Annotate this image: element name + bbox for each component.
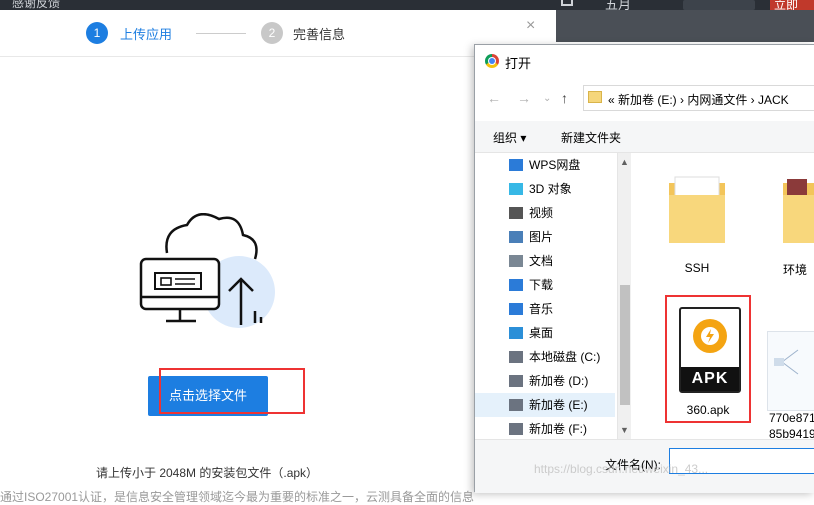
scroll-thumb[interactable]	[620, 285, 630, 405]
nav-item-label: 下载	[529, 278, 554, 292]
folder-icon	[588, 91, 602, 103]
organize-menu[interactable]: 组织 ▾	[493, 129, 526, 146]
drive-icon	[509, 399, 523, 411]
download-icon	[509, 279, 523, 291]
close-icon[interactable]: ×	[526, 18, 535, 34]
document-icon	[509, 255, 523, 267]
nav-item[interactable]: 3D 对象	[499, 177, 623, 201]
image-file-thumbnail[interactable]	[767, 331, 814, 411]
step-1-number: 1	[86, 22, 108, 44]
nav-item-label: WPS网盘	[529, 158, 581, 172]
video-icon	[509, 207, 523, 219]
address-text: « 新加卷 (E:) › 内网通文件 › JACK	[608, 93, 789, 107]
nav-item-label: 新加卷 (D:)	[529, 374, 589, 388]
apk-file-tile[interactable]: APK 360.apk	[665, 295, 751, 423]
image-file-label-1[interactable]: 770e871	[769, 411, 814, 425]
nav-item[interactable]: 视频	[499, 201, 623, 225]
nav-item[interactable]: 新加卷 (E:)	[475, 393, 615, 417]
history-chevron-icon[interactable]: ⌄	[543, 93, 551, 104]
dialog-titlebar: 打开	[475, 45, 814, 77]
bell-icon[interactable]	[561, 0, 573, 6]
back-icon[interactable]: ←	[487, 90, 501, 106]
open-file-dialog: 打开 ← → ⌄ ↑ « 新加卷 (E:) › 内网通文件 › JACK 组织 …	[474, 44, 814, 493]
drive-icon	[509, 351, 523, 363]
scroll-down-icon[interactable]: ▼	[620, 425, 629, 435]
drive-icon	[509, 375, 523, 387]
step-2-label: 完善信息	[293, 27, 346, 42]
nav-item-label: 3D 对象	[529, 182, 572, 196]
address-bar[interactable]: « 新加卷 (E:) › 内网通文件 › JACK	[583, 85, 814, 111]
step-connector	[196, 33, 246, 34]
nav-item[interactable]: 音乐	[499, 297, 623, 321]
footer-note: 通过ISO27001认证，是信息安全管理领域迄今最为重要的标准之一，云测具备全面…	[0, 490, 474, 504]
forward-icon[interactable]: →	[517, 90, 531, 106]
folder-ssh-label[interactable]: SSH	[667, 261, 727, 275]
top-bar: 感谢反馈 五月 立即	[0, 0, 814, 14]
nav-item[interactable]: 下载	[499, 273, 623, 297]
music-icon	[509, 303, 523, 315]
nav-item[interactable]: 本地磁盘 (C:)	[499, 345, 623, 369]
apk-badge: APK	[681, 367, 739, 391]
bolt-icon	[693, 319, 727, 353]
dialog-title: 打开	[505, 56, 532, 71]
background-page	[556, 10, 814, 42]
image-icon	[509, 231, 523, 243]
nav-pane: WPS网盘 3D 对象视频图片文档下载音乐桌面本地磁盘 (C:) 新加卷 (D:) 新…	[475, 153, 631, 439]
step-2-number: 2	[261, 22, 283, 44]
divider	[0, 56, 556, 57]
upload-hint: 请上传小于 2048M 的安装包文件（.apk）	[96, 466, 319, 480]
nav-item[interactable]: 新加卷 (D:)	[499, 369, 623, 393]
nav-item-label: 文档	[529, 254, 554, 268]
nav-scrollbar[interactable]: ▲ ▼	[617, 153, 631, 439]
nav-item[interactable]: WPS网盘	[499, 153, 623, 177]
nav-item-label: 新加卷 (E:)	[529, 398, 588, 412]
folder-env-label[interactable]: 环境	[783, 261, 814, 278]
upload-modal: × 1 上传应用 2 完善信息 点击选择文件 请上传小于 2048M 的安装包文…	[0, 10, 556, 504]
folder-env-icon[interactable]	[781, 173, 814, 245]
up-icon[interactable]: ↑	[561, 90, 568, 106]
drive-icon	[509, 423, 523, 435]
nav-item-label: 桌面	[529, 326, 554, 340]
nav-item-label: 图片	[529, 230, 554, 244]
chrome-icon	[485, 54, 499, 68]
nav-item[interactable]: 桌面	[499, 321, 623, 345]
step-1-label: 上传应用	[120, 27, 173, 42]
nav-item-label: 本地磁盘 (C:)	[529, 350, 601, 364]
search-box[interactable]	[683, 0, 755, 10]
dialog-toolbar: 组织 ▾ 新建文件夹	[475, 121, 814, 153]
select-file-button[interactable]: 点击选择文件	[148, 376, 268, 416]
nav-item-label: 音乐	[529, 302, 554, 316]
apk-file-label: 360.apk	[686, 403, 730, 417]
nav-item[interactable]: 文档	[499, 249, 623, 273]
nav-item[interactable]: 新加卷 (F:)	[499, 417, 623, 441]
apk-file-icon: APK	[679, 307, 741, 393]
organize-label: 组织	[493, 131, 518, 145]
scroll-up-icon[interactable]: ▲	[620, 157, 629, 167]
desktop-icon	[509, 327, 523, 339]
watermark: https://blog.csdn.net/weixin_43...	[534, 462, 709, 476]
upload-illustration-icon	[139, 213, 275, 328]
nav-item-label: 视频	[529, 206, 554, 220]
nav-row: ← → ⌄ ↑ « 新加卷 (E:) › 内网通文件 › JACK	[475, 81, 814, 115]
nav-item-label: 新加卷 (F:)	[529, 422, 587, 436]
cube-icon	[509, 183, 523, 195]
nav-item[interactable]: 图片	[499, 225, 623, 249]
folder-ssh-icon[interactable]	[667, 173, 727, 245]
cloud-icon	[509, 159, 523, 171]
new-folder-button[interactable]: 新建文件夹	[561, 129, 621, 146]
